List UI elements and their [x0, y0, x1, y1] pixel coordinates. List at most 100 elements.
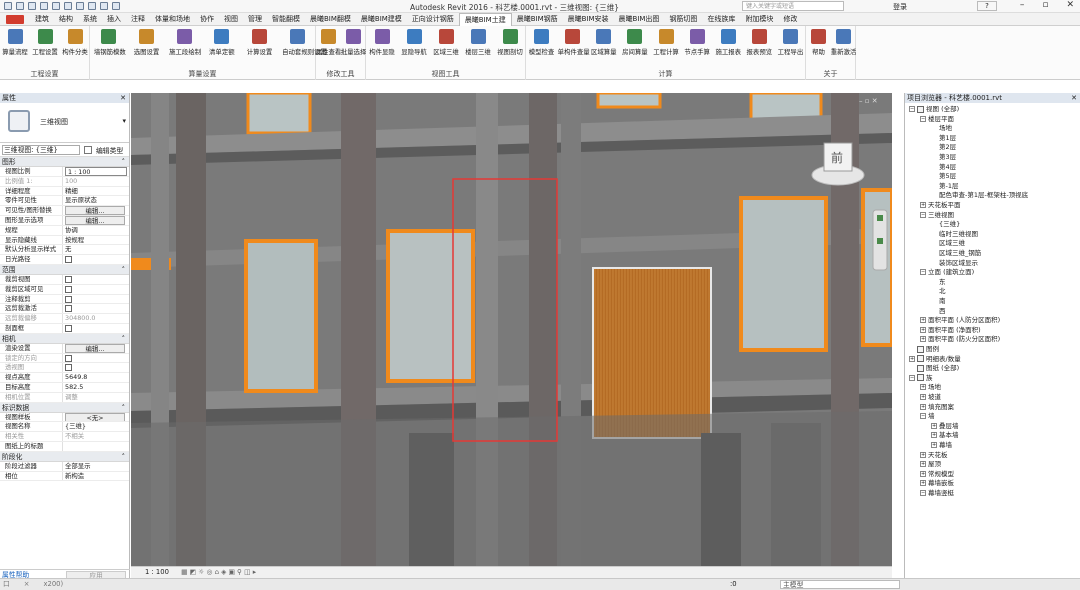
property-checkbox[interactable]: [65, 324, 72, 332]
ribbon-button-4-6[interactable]: 施工报表: [713, 29, 743, 56]
expand-icon[interactable]: +: [909, 355, 915, 362]
collapse-icon[interactable]: −: [920, 490, 926, 496]
collapse-icon[interactable]: −: [920, 269, 926, 276]
browser-node[interactable]: 第3层: [931, 153, 956, 162]
ribbon-button-4-0[interactable]: 模型检查: [527, 29, 557, 56]
tab-20[interactable]: 修改: [778, 13, 802, 26]
ribbon-button-1-3[interactable]: 清单定额: [207, 29, 237, 56]
browser-node[interactable]: − 三维视图: [920, 211, 954, 220]
browser-node[interactable]: 第-1层: [931, 182, 958, 191]
section-icon[interactable]: [112, 2, 120, 10]
status-minimize-icon[interactable]: 口: [3, 579, 10, 590]
collapse-icon[interactable]: −: [920, 413, 926, 420]
tab-4[interactable]: 注释: [126, 13, 150, 26]
measure-icon[interactable]: [76, 2, 84, 10]
expand-icon[interactable]: +: [931, 422, 937, 429]
3d-view-icon[interactable]: [100, 2, 108, 10]
ribbon-button-0-0[interactable]: 算量流程: [0, 29, 30, 56]
expand-icon[interactable]: +: [920, 326, 926, 333]
tab-14[interactable]: 晨曦BIM钢筋: [512, 13, 563, 26]
status-close-icon[interactable]: ×: [24, 579, 30, 590]
close-icon[interactable]: ✕: [1071, 93, 1077, 103]
tab-6[interactable]: 协作: [195, 13, 219, 26]
browser-node[interactable]: 场地: [931, 124, 952, 133]
browser-node[interactable]: − 墙: [920, 412, 935, 421]
expand-icon[interactable]: +: [920, 202, 926, 208]
browser-node[interactable]: + 面积平面 (防火分区面积): [920, 335, 1000, 344]
type-selector[interactable]: 三维视图 ▾: [0, 103, 129, 143]
property-checkbox[interactable]: [65, 305, 72, 313]
collapse-icon[interactable]: ˄: [122, 452, 125, 462]
ribbon-button-4-5[interactable]: 节点手算: [682, 29, 712, 56]
tab-7[interactable]: 视图: [219, 13, 243, 26]
expand-icon[interactable]: +: [920, 470, 926, 477]
open-icon[interactable]: [4, 2, 12, 10]
login-button[interactable]: 登录: [893, 2, 907, 12]
tab-0[interactable]: 建筑: [30, 13, 54, 26]
expand-icon[interactable]: +: [931, 432, 937, 439]
tab-12[interactable]: 正向设计钢筋: [407, 13, 459, 26]
undo-icon[interactable]: [40, 2, 48, 10]
browser-node[interactable]: + 叠层墙: [931, 422, 959, 431]
properties-section-header[interactable]: 图形 ˄: [0, 157, 129, 167]
tab-2[interactable]: 系统: [78, 13, 102, 26]
browser-node[interactable]: {三维}: [931, 220, 960, 229]
ribbon-button-4-8[interactable]: 工程导出: [775, 29, 805, 56]
instance-select[interactable]: 三维视图: {三维}: [2, 144, 80, 155]
tab-11[interactable]: 晨曦BIM建模: [356, 13, 407, 26]
browser-node[interactable]: − 视图 (全部): [909, 105, 959, 114]
ribbon-button-3-0[interactable]: 构件显隐: [367, 29, 397, 56]
search-input[interactable]: 键入关键字或短语: [742, 1, 844, 11]
browser-node[interactable]: 临时三维视图: [931, 230, 978, 239]
ribbon-button-0-1[interactable]: 工程设置: [30, 29, 60, 56]
browser-node[interactable]: 图纸 (全部): [909, 364, 959, 373]
collapse-icon[interactable]: ˄: [122, 265, 125, 275]
tab-13[interactable]: 晨曦BIM土建: [458, 12, 512, 26]
browser-node[interactable]: + 面积平面 (人防分区面积): [920, 316, 1000, 325]
collapse-icon[interactable]: −: [920, 211, 926, 218]
browser-node[interactable]: + 明细表/数量: [909, 355, 961, 364]
browser-node[interactable]: + 屋顶: [920, 460, 941, 469]
property-value[interactable]: 新构造: [65, 472, 84, 480]
ribbon-button-4-1[interactable]: 单构件查量: [558, 29, 590, 56]
browser-node[interactable]: 装饰区域显示: [931, 259, 978, 268]
collapse-icon[interactable]: ˄: [122, 403, 125, 413]
browser-node[interactable]: 南: [931, 297, 946, 306]
property-value[interactable]: 精细: [65, 187, 78, 195]
properties-section-header[interactable]: 相机 ˄: [0, 333, 129, 344]
expand-icon[interactable]: +: [920, 336, 926, 343]
browser-node[interactable]: + 天花板: [920, 451, 948, 460]
properties-section-header[interactable]: 范围 ˄: [0, 264, 129, 275]
text-icon[interactable]: [88, 2, 96, 10]
browser-node[interactable]: − 幕墙竖梃: [920, 489, 954, 498]
view-scale[interactable]: 1 : 100: [145, 568, 169, 576]
ribbon-button-3-1[interactable]: 显隐导航: [399, 29, 429, 56]
tab-19[interactable]: 附加模块: [740, 13, 778, 26]
3d-viewport[interactable]: 前 – ▫ ✕: [131, 93, 892, 566]
property-value[interactable]: 无: [65, 245, 71, 253]
save-icon[interactable]: [16, 2, 24, 10]
tab-15[interactable]: 晨曦BIM安装: [563, 13, 614, 26]
properties-section-header[interactable]: 阶段化 ˄: [0, 451, 129, 462]
browser-node[interactable]: + 常规模型: [920, 470, 954, 479]
tab-9[interactable]: 智能翻模: [267, 13, 305, 26]
browser-node[interactable]: 第5层: [931, 172, 956, 181]
edit-type-icon[interactable]: [84, 145, 92, 154]
model-select[interactable]: 主模型: [780, 580, 900, 589]
browser-node[interactable]: 北: [931, 287, 946, 296]
property-value[interactable]: 协调: [65, 226, 78, 234]
browser-node[interactable]: − 族: [909, 374, 933, 383]
property-value[interactable]: 显示原状态: [65, 196, 97, 204]
collapse-icon[interactable]: −: [920, 115, 926, 122]
property-edit-button[interactable]: 编辑...: [65, 215, 125, 225]
browser-node[interactable]: 区域三维_钢筋: [931, 249, 981, 258]
model-view[interactable]: 前 – ▫ ✕: [131, 93, 892, 566]
property-value[interactable]: {三维}: [65, 422, 86, 430]
minimize-icon[interactable]: –: [1020, 0, 1025, 10]
ribbon-button-1-2[interactable]: 施工段绘制: [169, 29, 201, 56]
tab-3[interactable]: 插入: [102, 13, 126, 26]
browser-node[interactable]: 图例: [909, 345, 939, 354]
ribbon-button-4-4[interactable]: 工程计算: [651, 29, 681, 56]
property-checkbox[interactable]: [65, 295, 72, 303]
ribbon-button-3-3[interactable]: 楼层三维: [463, 29, 493, 56]
